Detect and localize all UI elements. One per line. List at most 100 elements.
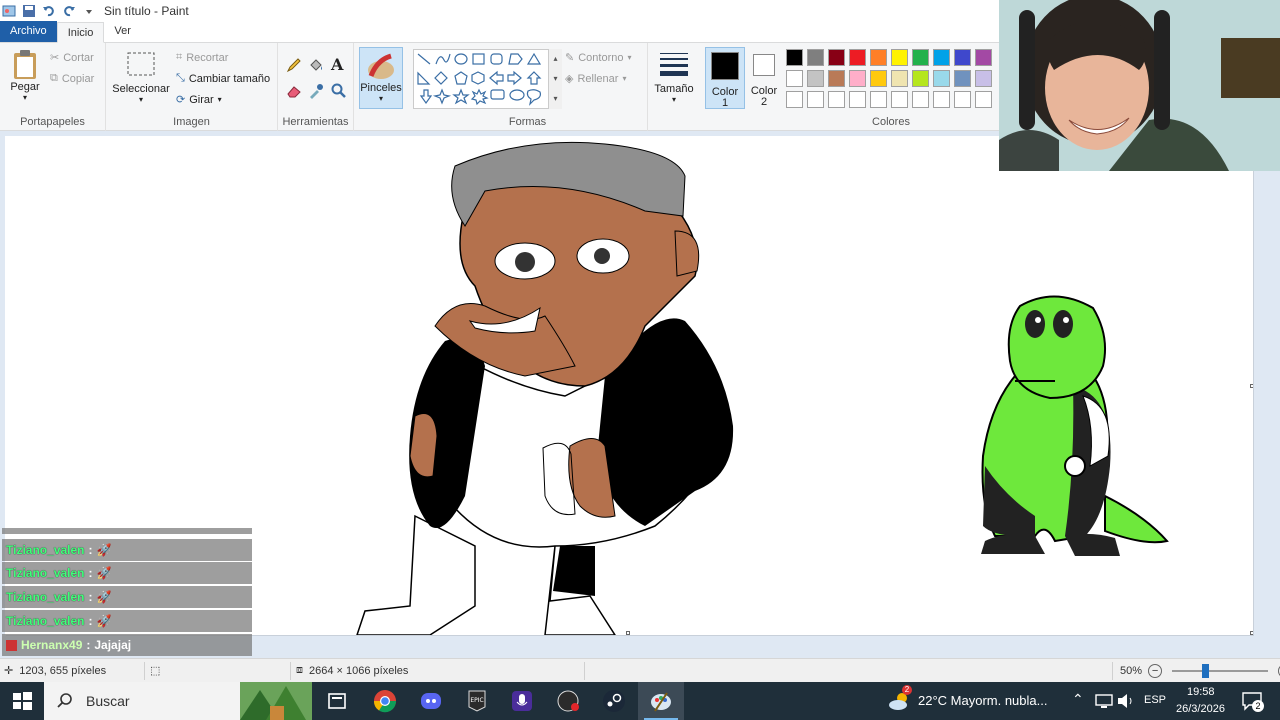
pencil-icon[interactable] — [286, 57, 302, 73]
color-swatch[interactable] — [954, 70, 971, 87]
cut-button[interactable]: ✂ Cortar — [50, 51, 94, 65]
shapes-scroll[interactable]: ▴ ▾ ▾ — [548, 49, 562, 109]
custom-color-swatch[interactable] — [828, 91, 845, 108]
podcast-app-icon[interactable] — [510, 689, 534, 713]
resize-icon: ⤡ — [176, 72, 185, 84]
custom-color-swatch[interactable] — [807, 91, 824, 108]
customize-toolbar-icon[interactable] — [82, 4, 96, 18]
color-swatch[interactable] — [807, 49, 824, 66]
resize-handle-corner[interactable] — [1250, 631, 1253, 635]
color-swatch[interactable] — [933, 70, 950, 87]
color-swatch[interactable] — [870, 70, 887, 87]
custom-color-swatch[interactable] — [954, 91, 971, 108]
network-icon[interactable] — [1092, 689, 1116, 713]
notification-count-badge: 2 — [1252, 700, 1264, 712]
select-button[interactable]: Seleccionar ▾ — [112, 51, 170, 104]
taskbar-search[interactable]: Buscar — [44, 682, 312, 720]
redo-icon[interactable] — [62, 4, 76, 18]
color-swatch[interactable] — [849, 70, 866, 87]
lizard-character — [981, 295, 1169, 556]
chrome-icon[interactable] — [373, 689, 397, 713]
chat-message: Hernanx49 : Jajajaj — [2, 634, 252, 656]
steam-icon[interactable] — [602, 689, 626, 713]
resize-button[interactable]: ⤡ Cambiar tamaño — [176, 72, 270, 85]
brushes-button[interactable]: Pinceles ▾ — [359, 47, 403, 109]
color-swatch[interactable] — [912, 70, 929, 87]
paste-button[interactable]: Pegar ▾ — [8, 49, 42, 102]
tab-view[interactable]: Ver — [104, 21, 141, 42]
undo-icon[interactable] — [42, 4, 56, 18]
selection-size-icon: ⬚ — [150, 665, 161, 677]
color-swatch[interactable] — [828, 70, 845, 87]
color-swatch[interactable] — [975, 70, 992, 87]
color-swatch[interactable] — [849, 49, 866, 66]
custom-color-swatch[interactable] — [975, 91, 992, 108]
magnifier-icon[interactable] — [331, 83, 347, 99]
zoom-level: 50% — [1120, 665, 1143, 677]
color-swatch[interactable] — [954, 49, 971, 66]
resize-handle-bottom[interactable] — [626, 631, 630, 635]
weather-text[interactable]: 22°C Mayorm. nubla... — [918, 693, 1047, 708]
fill-dropdown-icon: ▾ — [622, 74, 627, 83]
select-dropdown-icon[interactable]: ▾ — [139, 95, 143, 104]
user-badge-icon — [6, 639, 17, 651]
chat-separator: : — [86, 638, 91, 652]
eraser-icon[interactable] — [286, 83, 302, 99]
fill-button[interactable]: ◈ Rellenar ▾ — [565, 72, 627, 86]
color1-button[interactable]: Color 1 — [705, 47, 745, 109]
clock-date[interactable]: 26/3/2026 — [1176, 703, 1225, 715]
image-group-label: Imagen — [173, 116, 210, 128]
resize-handle-right[interactable] — [1250, 384, 1253, 388]
zoom-slider-thumb[interactable] — [1202, 664, 1210, 678]
color-picker-icon[interactable] — [308, 83, 324, 99]
clipboard-group: Pegar ▾ ✂ Cortar ⧉ Copiar Portapapeles — [0, 43, 106, 131]
custom-color-swatch[interactable] — [870, 91, 887, 108]
custom-color-swatch[interactable] — [912, 91, 929, 108]
color-swatch[interactable] — [786, 70, 803, 87]
color-swatch[interactable] — [891, 49, 908, 66]
crop-label: Recortar — [186, 51, 229, 64]
color-swatch[interactable] — [870, 49, 887, 66]
rotate-button[interactable]: ⟳ Girar ▾ — [176, 93, 222, 107]
zoom-slider[interactable] — [1172, 664, 1269, 678]
tab-home[interactable]: Inicio — [56, 22, 105, 43]
task-view-icon[interactable] — [325, 689, 349, 713]
copy-icon: ⧉ — [50, 72, 58, 84]
crop-button[interactable]: ⌗ Recortar — [176, 51, 228, 64]
paste-dropdown-icon[interactable]: ▾ — [23, 93, 27, 102]
volume-icon[interactable] — [1114, 689, 1138, 713]
fill-bucket-icon[interactable] — [308, 57, 324, 73]
zoom-out-button[interactable]: − — [1148, 664, 1163, 678]
color-swatch[interactable] — [933, 49, 950, 66]
chat-text: Jajajaj — [94, 638, 132, 652]
clock-time[interactable]: 19:58 — [1187, 686, 1215, 698]
discord-icon[interactable] — [419, 689, 443, 713]
epic-games-icon[interactable]: EPIC — [465, 689, 489, 713]
text-tool-icon[interactable]: A — [331, 55, 343, 74]
shapes-gallery-icons — [417, 52, 542, 106]
windows-start-icon[interactable] — [10, 689, 34, 713]
custom-color-swatch[interactable] — [786, 91, 803, 108]
show-hidden-icons-chevron[interactable]: ⌃ — [1072, 691, 1084, 708]
color-swatch[interactable] — [807, 70, 824, 87]
shapes-gallery[interactable] — [413, 49, 561, 109]
language-indicator[interactable]: ESP — [1144, 694, 1166, 706]
custom-color-swatch[interactable] — [849, 91, 866, 108]
save-icon[interactable] — [22, 4, 36, 18]
selection-icon — [127, 52, 155, 76]
color-swatch[interactable] — [975, 49, 992, 66]
tab-file[interactable]: Archivo — [0, 21, 57, 42]
paint-taskbar-button[interactable] — [638, 682, 684, 720]
color-swatch[interactable] — [891, 70, 908, 87]
outline-button[interactable]: ✎ Contorno ▾ — [565, 51, 632, 65]
color-swatch[interactable] — [912, 49, 929, 66]
custom-color-swatch[interactable] — [933, 91, 950, 108]
color-swatch[interactable] — [828, 49, 845, 66]
recording-app-icon[interactable] — [557, 689, 581, 713]
color-swatch[interactable] — [786, 49, 803, 66]
size-button[interactable]: Tamaño ▾ — [652, 51, 696, 104]
color2-button[interactable]: Color 2 — [746, 47, 782, 109]
taskbar: Buscar EPIC 2 22°C Mayorm. nubla... ⌃ ES… — [0, 682, 1280, 720]
custom-color-swatch[interactable] — [891, 91, 908, 108]
copy-button[interactable]: ⧉ Copiar — [50, 72, 94, 85]
